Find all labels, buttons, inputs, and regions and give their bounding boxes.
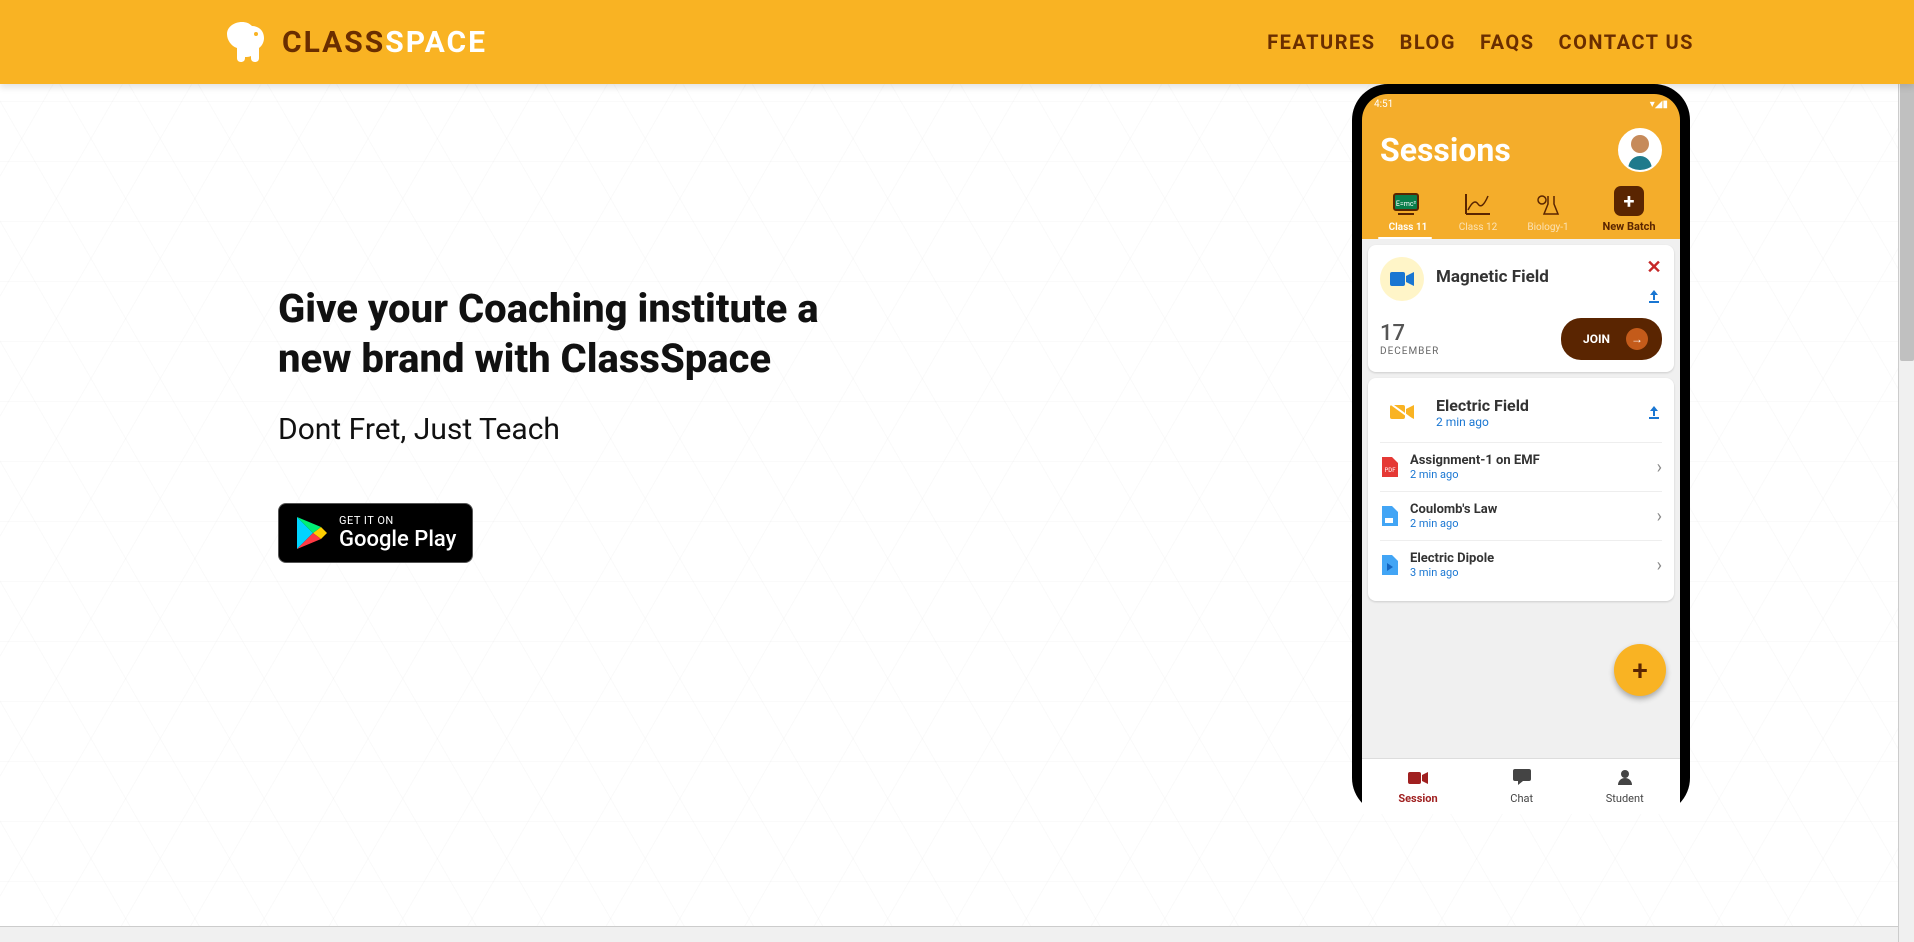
app-title: Sessions [1380, 131, 1511, 169]
main-nav: FEATURES BLOG FAQS CONTACT US [1267, 30, 1694, 54]
chemistry-icon [1530, 190, 1566, 218]
pdf-icon: PDF [1380, 457, 1398, 477]
bottom-nav-session[interactable]: Session [1398, 769, 1437, 805]
google-play-icon [295, 515, 329, 551]
new-batch-button[interactable]: + [1614, 186, 1644, 216]
hero-subtitle: Dont Fret, Just Teach [278, 412, 878, 447]
logo[interactable]: CLASSSPACE [220, 20, 487, 64]
file-row[interactable]: Coulomb's Law 2 min ago › [1380, 491, 1662, 540]
phone-screen: 4:51 ▾◢▮ Sessions E=mc² [1362, 94, 1680, 814]
phone-mockup: 4:51 ▾◢▮ Sessions E=mc² [1352, 84, 1690, 814]
hero-section: Give your Coaching institute a new brand… [278, 84, 878, 844]
horizontal-scrollbar[interactable] [0, 926, 1898, 942]
session-title-2: Electric Field [1436, 396, 1634, 415]
chalkboard-icon: E=mc² [1390, 190, 1426, 218]
session-card-magnetic-field[interactable]: Magnetic Field ✕ 17 DECEMBER [1368, 245, 1674, 372]
video-off-icon [1380, 390, 1424, 434]
tab-class-12[interactable]: Class 12 [1448, 190, 1508, 233]
chat-icon [1510, 769, 1533, 790]
file-list: PDF Assignment-1 on EMF 2 min ago › [1380, 442, 1662, 589]
site-header: CLASSSPACE FEATURES BLOG FAQS CONTACT US [0, 0, 1914, 84]
bottom-nav-chat[interactable]: Chat [1510, 769, 1533, 805]
status-time: 4:51 [1374, 99, 1393, 110]
nav-faqs[interactable]: FAQS [1480, 30, 1535, 54]
new-batch-label: New Batch [1594, 220, 1664, 233]
upload-icon[interactable] [1646, 288, 1662, 304]
app-header: Sessions [1362, 114, 1680, 178]
doc-icon [1380, 506, 1398, 526]
arrow-right-icon: → [1626, 328, 1648, 350]
nav-contact[interactable]: CONTACT US [1559, 30, 1694, 54]
chevron-right-icon: › [1657, 506, 1662, 527]
chevron-right-icon: › [1657, 457, 1662, 478]
vertical-scrollbar[interactable] [1898, 0, 1914, 942]
session-card-electric-field[interactable]: Electric Field 2 min ago PDF Assignment-… [1368, 378, 1674, 601]
logo-text-class: CLASS [282, 25, 385, 60]
gplay-big-text: Google Play [339, 527, 456, 552]
file-row[interactable]: Electric Dipole 3 min ago › [1380, 540, 1662, 589]
session-title: Magnetic Field [1436, 257, 1634, 287]
upload-icon[interactable] [1646, 404, 1662, 420]
session-date: 17 DECEMBER [1380, 321, 1439, 357]
app-content: Magnetic Field ✕ 17 DECEMBER [1362, 239, 1680, 758]
video-icon [1380, 257, 1424, 301]
join-button[interactable]: JOIN → [1561, 318, 1662, 360]
nav-blog[interactable]: BLOG [1400, 30, 1456, 54]
session-ago: 2 min ago [1436, 415, 1634, 429]
person-icon [1606, 769, 1644, 790]
bottom-nav: Session Chat Student [1362, 758, 1680, 814]
hero-title: Give your Coaching institute a new brand… [278, 284, 878, 384]
tab-biology-1[interactable]: Biology-1 [1518, 190, 1578, 233]
logo-text-space: SPACE [385, 25, 487, 60]
user-avatar[interactable] [1618, 128, 1662, 172]
svg-text:E=mc²: E=mc² [1396, 200, 1417, 208]
close-icon[interactable]: ✕ [1646, 257, 1661, 278]
nav-features[interactable]: FEATURES [1267, 30, 1375, 54]
play-file-icon [1380, 555, 1398, 575]
tabs-row: E=mc² Class 11 Class 12 B [1362, 178, 1680, 233]
graph-icon [1460, 190, 1496, 218]
chevron-right-icon: › [1657, 555, 1662, 576]
status-bar: 4:51 ▾◢▮ [1362, 94, 1680, 114]
new-batch: + New Batch [1594, 186, 1664, 233]
fab-add-button[interactable]: + [1614, 644, 1666, 696]
gplay-small-text: GET IT ON [339, 514, 456, 527]
bottom-nav-student[interactable]: Student [1606, 769, 1644, 805]
google-play-button[interactable]: GET IT ON Google Play [278, 503, 473, 563]
tab-class-11[interactable]: E=mc² Class 11 [1378, 190, 1438, 233]
video-small-icon [1398, 769, 1437, 790]
file-row[interactable]: PDF Assignment-1 on EMF 2 min ago › [1380, 442, 1662, 491]
svg-text:PDF: PDF [1384, 467, 1396, 474]
status-icons: ▾◢▮ [1650, 99, 1668, 110]
elephant-icon [220, 20, 268, 64]
